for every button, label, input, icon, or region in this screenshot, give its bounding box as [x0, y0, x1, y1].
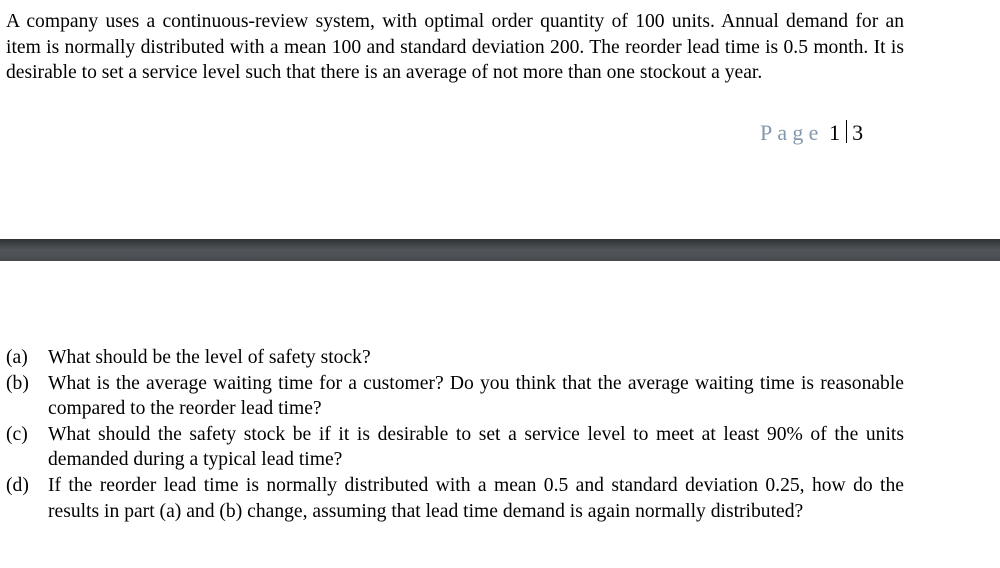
current-page-number: 1: [829, 120, 841, 145]
total-page-count: 3: [852, 120, 864, 145]
question-text: What should the safety stock be if it is…: [48, 423, 904, 471]
question-marker: (d): [6, 474, 29, 496]
question-item-d: (d) If the reorder lead time is normally…: [6, 473, 904, 524]
question-marker: (a): [6, 347, 28, 368]
page-label: Page: [760, 120, 824, 145]
question-item-c: (c) What should the safety stock be if i…: [6, 422, 904, 473]
page-1-area: A company uses a continuous-review syste…: [0, 0, 1000, 239]
question-text: What is the average waiting time for a c…: [48, 372, 904, 420]
question-marker: (c): [6, 423, 28, 445]
question-list: (a) What should be the level of safety s…: [6, 345, 904, 524]
question-marker: (b): [6, 372, 29, 394]
page-number-separator: [846, 120, 848, 143]
question-text: What should be the level of safety stock…: [48, 347, 371, 368]
question-item-b: (b) What is the average waiting time for…: [6, 371, 904, 422]
page-number-footer: Page 13: [760, 118, 863, 148]
question-text: If the reorder lead time is normally dis…: [48, 474, 904, 522]
question-item-a: (a) What should be the level of safety s…: [6, 345, 904, 371]
problem-statement: A company uses a continuous-review syste…: [6, 11, 904, 84]
page-break-divider: [0, 239, 1000, 261]
